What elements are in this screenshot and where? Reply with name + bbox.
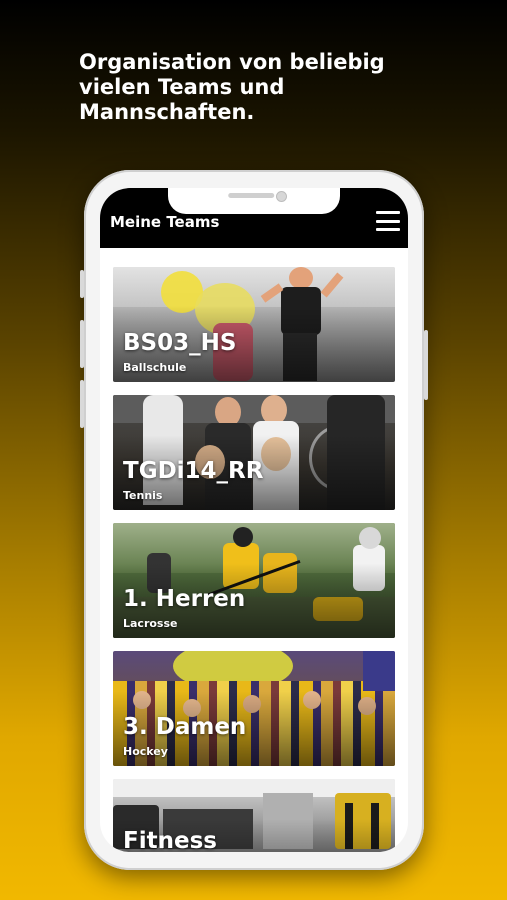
front-camera-icon — [276, 191, 287, 202]
speaker-grille — [228, 193, 275, 198]
team-card-bs03-hs[interactable]: BS03_HS Ballschule — [113, 267, 395, 382]
team-card-1-herren[interactable]: 1. Herren Lacrosse — [113, 523, 395, 638]
team-card-fitness[interactable]: Fitness — [113, 779, 395, 852]
team-list: BS03_HS Ballschule TGDi14_RR Tennis 1. H… — [113, 267, 395, 852]
phone-notch — [168, 188, 340, 214]
team-sport: Ballschule — [123, 361, 187, 374]
phone-mockup: Meine Teams BS03_HS Ballschule TGDi14_RR… — [80, 170, 428, 870]
team-card-3-damen[interactable]: 3. Damen Hockey — [113, 651, 395, 766]
team-name: 3. Damen — [123, 714, 247, 740]
hamburger-menu-icon[interactable] — [376, 211, 400, 231]
team-sport: Hockey — [123, 745, 168, 758]
team-name: Fitness — [123, 828, 217, 852]
phone-power-button — [424, 330, 428, 400]
team-card-tgdi14-rr[interactable]: TGDi14_RR Tennis — [113, 395, 395, 510]
team-name: 1. Herren — [123, 586, 246, 612]
app-title: Meine Teams — [110, 213, 220, 231]
phone-volume-up — [80, 320, 84, 368]
headline: Organisation von beliebig vielen Teams u… — [79, 50, 385, 124]
team-name: TGDi14_RR — [123, 458, 264, 484]
phone-screen: Meine Teams BS03_HS Ballschule TGDi14_RR… — [100, 188, 408, 852]
app-bar: Meine Teams — [100, 188, 408, 248]
phone-mute-switch — [80, 270, 84, 298]
team-sport: Tennis — [123, 489, 163, 502]
team-sport: Lacrosse — [123, 617, 178, 630]
team-name: BS03_HS — [123, 330, 237, 356]
phone-volume-down — [80, 380, 84, 428]
